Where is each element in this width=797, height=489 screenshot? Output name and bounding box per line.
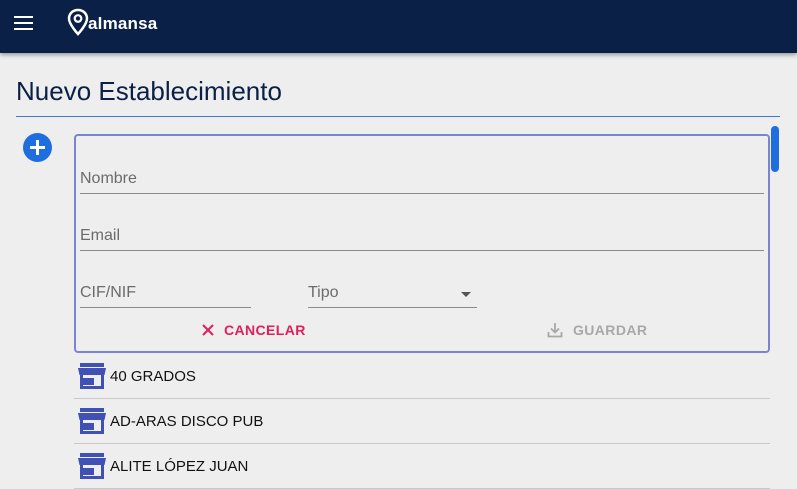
list-item[interactable]: AD-ARAS DISCO PUB (74, 399, 770, 444)
store-icon (78, 363, 106, 389)
cancel-button[interactable]: CANCELAR (202, 320, 306, 340)
establishment-name: AD-ARAS DISCO PUB (110, 413, 264, 430)
establishment-list: 40 GRADOS AD-ARAS DISCO PUB ALITE LÓPEZ … (74, 354, 770, 489)
hamburger-menu-icon[interactable] (14, 16, 34, 32)
type-select[interactable]: Tipo (308, 280, 477, 308)
top-app-bar: almansa (0, 0, 797, 53)
email-field[interactable]: Email (80, 223, 764, 251)
close-icon (202, 324, 214, 336)
name-field-label: Nombre (80, 170, 137, 187)
app-logo[interactable]: almansa (67, 7, 157, 37)
app-name: almansa (88, 14, 158, 33)
email-field-label: Email (80, 227, 121, 244)
cancel-button-label: CANCELAR (224, 322, 306, 338)
cif-field-underline (80, 307, 251, 308)
store-icon (78, 453, 106, 479)
save-button[interactable]: GUARDAR (547, 320, 647, 340)
cif-field-label: CIF/NIF (80, 284, 136, 301)
establishment-name: ALITE LÓPEZ JUAN (110, 458, 249, 475)
list-item[interactable]: 40 GRADOS (74, 354, 770, 399)
name-field[interactable]: Nombre (80, 166, 764, 194)
location-pin-icon (67, 8, 89, 36)
cif-field[interactable]: CIF/NIF (80, 280, 251, 308)
chevron-down-icon (461, 292, 471, 297)
scrollbar-thumb[interactable] (771, 126, 779, 172)
type-select-underline (308, 307, 477, 308)
establishment-name: 40 GRADOS (110, 368, 196, 385)
add-button[interactable] (23, 133, 52, 162)
store-icon (78, 408, 106, 434)
list-item[interactable]: ALITE LÓPEZ JUAN (74, 444, 770, 489)
email-field-underline (80, 250, 764, 251)
save-button-label: GUARDAR (573, 322, 648, 338)
title-divider (16, 116, 780, 117)
page-title: Nuevo Establecimiento (16, 76, 282, 106)
download-icon (547, 323, 563, 338)
name-field-underline (80, 193, 764, 194)
type-select-label: Tipo (308, 284, 339, 301)
new-establishment-form: Nombre Email CIF/NIF Tipo CANCELAR GUARD… (74, 134, 770, 353)
plus-icon (30, 140, 45, 155)
